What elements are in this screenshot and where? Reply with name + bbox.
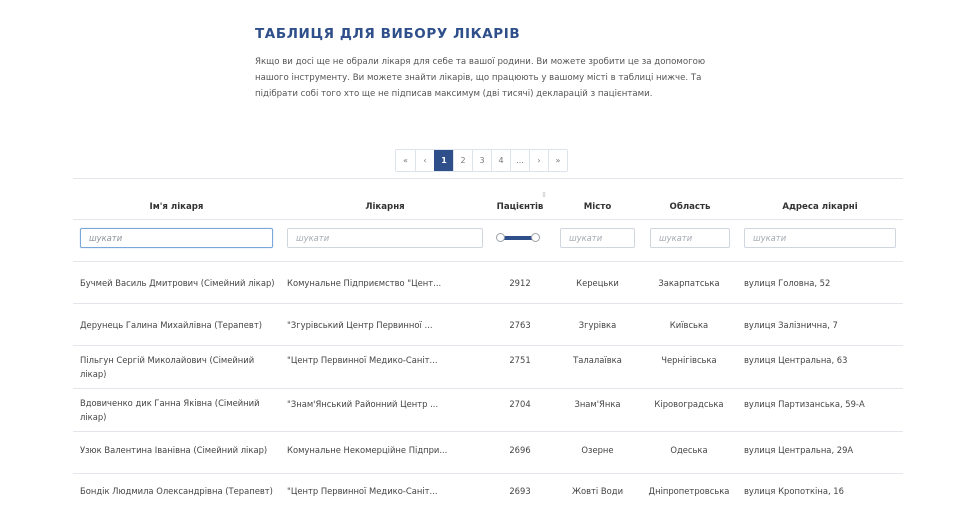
address-filter-input[interactable] xyxy=(744,228,896,248)
patients-cell: 2696 xyxy=(509,445,531,455)
hospital-cell: "Згурівський Центр Первинної ... xyxy=(287,319,433,330)
table-top-border xyxy=(73,178,903,179)
city-cell: Згурівка xyxy=(578,319,617,330)
intro-text: Якщо ви досі ще не обрали лікаря для себ… xyxy=(255,57,706,99)
table-row[interactable]: Вдовиченко дик Ганна Яківна (Сімейний лі… xyxy=(73,389,903,431)
pagination-last-button[interactable]: » xyxy=(548,150,567,171)
city-filter-input[interactable] xyxy=(560,228,635,248)
table-row[interactable]: Узюк Валентина Іванівна (Сімейний лікар)… xyxy=(73,432,903,473)
address-cell: вулиця Центральна, 63 xyxy=(744,355,848,365)
hospital-cell: Комунальне Некомерційне Підпри... xyxy=(287,445,448,455)
doctor-name-cell: Вдовиченко дик Ганна Яківна (Сімейний лі… xyxy=(80,398,260,422)
doctor-name-cell: Узюк Валентина Іванівна (Сімейний лікар) xyxy=(80,445,268,455)
address-cell: вулиця Центральна, 29А xyxy=(744,445,854,455)
patients-cell: 2693 xyxy=(509,486,531,496)
patients-cell: 2751 xyxy=(509,355,531,365)
pagination: « ‹ 1 2 3 4 ... › » xyxy=(395,149,568,172)
pagination-ellipsis: ... xyxy=(510,150,529,171)
pagination-page-4[interactable]: 4 xyxy=(491,150,510,171)
page-title: ТАБЛИЦЯ ДЛЯ ВИБОРУ ЛІКАРІВ xyxy=(255,26,521,42)
region-cell: Закарпатська xyxy=(658,277,720,288)
address-cell: вулиця Головна, 52 xyxy=(744,277,831,288)
pagination-page-2[interactable]: 2 xyxy=(453,150,472,171)
city-cell: Талалаївка xyxy=(573,355,622,365)
city-cell: Знам'Янка xyxy=(574,399,621,409)
range-max-handle[interactable] xyxy=(531,233,540,242)
hospital-cell: "Центр Первинної Медико-Саніт... xyxy=(287,486,438,496)
doctor-name-cell: Пільгун Сергій Миколайович (Сімейний лік… xyxy=(80,355,255,379)
column-header-hospital[interactable]: Лікарня xyxy=(287,202,483,212)
pagination-page-1[interactable]: 1 xyxy=(434,150,453,171)
table-row[interactable]: Бондік Людмила Олександрівна (Терапевт) … xyxy=(73,474,903,511)
region-cell: Дніпропетровська xyxy=(648,486,730,496)
patients-cell: 2704 xyxy=(509,399,531,409)
region-cell: Одеська xyxy=(670,445,708,455)
region-filter-input[interactable] xyxy=(650,228,730,248)
table-row[interactable]: Дерунець Галина Михайлівна (Терапевт) "З… xyxy=(73,304,903,345)
doctor-table-page: ТАБЛИЦЯ ДЛЯ ВИБОРУ ЛІКАРІВ Якщо ви досі … xyxy=(0,0,956,511)
column-header-patients[interactable]: Пацієнтів xyxy=(488,202,552,212)
hospital-cell: Комунальне Підприємство "Цент... xyxy=(287,277,442,288)
doctor-name-cell: Дерунець Галина Михайлівна (Терапевт) xyxy=(80,319,262,330)
pagination-first-button[interactable]: « xyxy=(396,150,415,171)
hospital-cell: "Знам'Янський Районний Центр ... xyxy=(287,399,439,409)
doctor-name-cell: Бучмей Василь Дмитрович (Сімейний лікар) xyxy=(80,277,275,288)
patients-range-slider[interactable] xyxy=(496,233,540,243)
sort-icon[interactable]: ⇳ xyxy=(541,192,547,199)
table-row[interactable]: Пільгун Сергій Миколайович (Сімейний лік… xyxy=(73,346,903,388)
hospital-cell: "Центр Первинної Медико-Саніт... xyxy=(287,355,438,365)
column-header-city[interactable]: Місто xyxy=(560,202,635,212)
patients-cell: 2912 xyxy=(509,277,531,288)
city-cell: Керецьки xyxy=(576,277,619,288)
column-header-region[interactable]: Область xyxy=(650,202,730,212)
pagination-next-button[interactable]: › xyxy=(529,150,548,171)
table-row[interactable]: Бучмей Василь Дмитрович (Сімейний лікар)… xyxy=(73,262,903,303)
address-cell: вулиця Залізнична, 7 xyxy=(744,319,838,330)
doctor-name-cell: Бондік Людмила Олександрівна (Терапевт) xyxy=(80,486,273,496)
column-header-name[interactable]: Ім'я лікаря xyxy=(80,202,273,212)
patients-cell: 2763 xyxy=(509,319,531,330)
name-filter-input[interactable] xyxy=(80,228,273,248)
region-cell: Чернігівська xyxy=(661,355,717,365)
column-header-address[interactable]: Адреса лікарні xyxy=(744,202,896,212)
header-divider xyxy=(73,219,903,220)
city-cell: Жовті Води xyxy=(571,486,624,496)
address-cell: вулиця Партизанська, 59-А xyxy=(744,399,865,409)
city-cell: Озерне xyxy=(581,445,614,455)
range-min-handle[interactable] xyxy=(496,233,505,242)
hospital-filter-input[interactable] xyxy=(287,228,483,248)
address-cell: вулиця Кропоткіна, 16 xyxy=(744,486,844,496)
region-cell: Київська xyxy=(669,319,709,330)
pagination-page-3[interactable]: 3 xyxy=(472,150,491,171)
pagination-prev-button[interactable]: ‹ xyxy=(415,150,434,171)
region-cell: Кіровоградська xyxy=(654,399,724,409)
